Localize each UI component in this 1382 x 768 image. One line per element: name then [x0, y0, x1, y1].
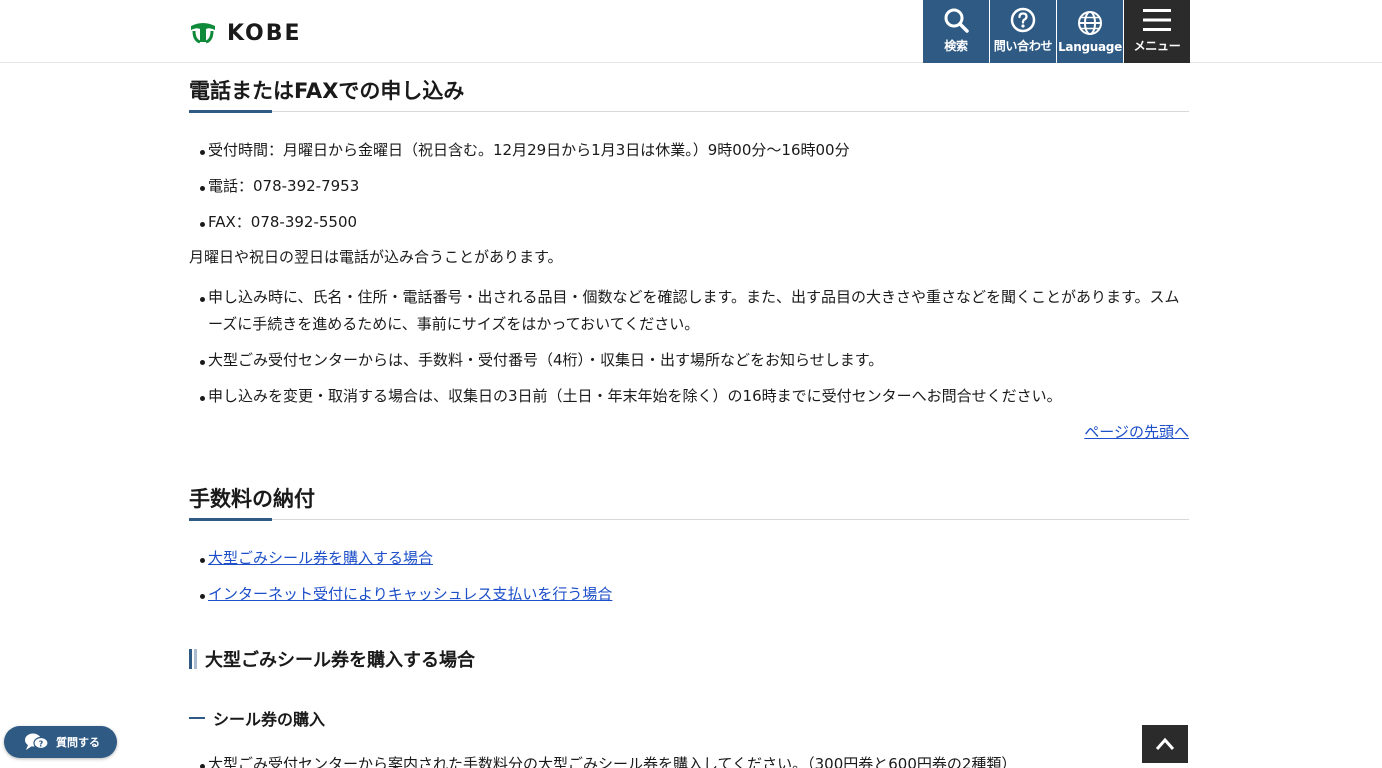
search-button[interactable]: 検索 [923, 0, 989, 63]
page-top-link[interactable]: ページの先頭へ [1084, 421, 1189, 442]
list-item: 申し込み時に、氏名・住所・電話番号・出される品目・個数などを確認します。また、出… [200, 284, 1186, 338]
header-buttons: 検索 問い合わせ Language メニュー [923, 0, 1190, 63]
list-item: FAX：078-392-5500 [200, 209, 1186, 236]
list-item-text: 申し込み時に、氏名・住所・電話番号・出される品目・個数などを確認します。また、出… [208, 288, 1180, 333]
heading-underline [189, 110, 272, 113]
inquiry-button-label: 問い合わせ [993, 39, 1053, 53]
list-item: 大型ごみシール券を購入する場合 [200, 545, 1186, 572]
list-item-text: 電話：078-392-7953 [208, 177, 360, 195]
list-item: 大型ごみ受付センターからは、手数料・受付番号（4桁）・収集日・出す場所などをお知… [200, 347, 1186, 374]
inquiry-button[interactable]: 問い合わせ [990, 0, 1056, 63]
section-heading-phone-fax: 電話またはFAXでの申し込み [189, 75, 1189, 113]
language-button-label: Language [1058, 40, 1122, 54]
kobe-logo[interactable]: KOBE [189, 20, 302, 46]
note-text: 月曜日や祝日の翌日は電話が込み合うことがあります。 [189, 248, 563, 266]
sub-sub-heading-sticker-buy: シール券の購入 [189, 706, 325, 730]
search-button-label: 検索 [944, 39, 968, 53]
chevron-up-icon [1155, 737, 1175, 750]
list-item-text: 申し込みを変更・取消する場合は、収集日の3日前（土日・年末年始を除く）の16時ま… [208, 387, 1062, 405]
cashless-payment-link[interactable]: インターネット受付によりキャッシュレス支払いを行う場合 [208, 585, 612, 603]
back-to-top-button[interactable] [1142, 725, 1188, 763]
section-heading-text: 電話またはFAXでの申し込み [189, 79, 465, 103]
list-item: 大型ごみ受付センターから案内された手数料分の大型ごみシール券を購入してください。… [200, 751, 1186, 768]
menu-button-label: メニュー [1133, 39, 1181, 53]
list-item-text: 大型ごみ受付センターから案内された手数料分の大型ごみシール券を購入してください。… [208, 755, 1017, 768]
menu-button[interactable]: メニュー [1124, 0, 1190, 63]
list-item-text: FAX：078-392-5500 [208, 213, 358, 231]
list-item: 申し込みを変更・取消する場合は、収集日の3日前（土日・年末年始を除く）の16時ま… [200, 383, 1186, 410]
search-icon [944, 8, 969, 33]
list-item-text: 受付時間：月曜日から金曜日（祝日含む。12月29日から1月3日は休業。）9時00… [208, 141, 850, 159]
site-header: KOBE 検索 問い合わせ Language メニュー [0, 0, 1382, 63]
globe-icon [1078, 11, 1102, 35]
hamburger-icon [1143, 9, 1171, 31]
list-item: インターネット受付によりキャッシュレス支払いを行う場合 [200, 581, 1186, 608]
heading-underline [189, 518, 272, 521]
question-icon [1010, 7, 1036, 33]
svg-text:?: ? [39, 740, 44, 749]
sub-heading-sticker-purchase: 大型ごみシール券を購入する場合 [189, 646, 475, 672]
chat-button-label: 質問する [56, 736, 100, 749]
list-item-text: 大型ごみ受付センターからは、手数料・受付番号（4桁）・収集日・出す場所などをお知… [208, 351, 884, 369]
list-item: 電話：078-392-7953 [200, 173, 1186, 200]
sticker-purchase-link[interactable]: 大型ごみシール券を購入する場合 [208, 549, 433, 567]
chat-bubble-icon: ? [25, 733, 49, 750]
list-item: 受付時間：月曜日から金曜日（祝日含む。12月29日から1月3日は休業。）9時00… [200, 137, 1186, 164]
chat-question-button[interactable]: ? 質問する [4, 726, 117, 758]
logo-text: KOBE [227, 20, 302, 46]
kobe-emblem-icon [191, 23, 215, 44]
section-heading-text: 手数料の納付 [189, 487, 315, 511]
section-heading-fee-payment: 手数料の納付 [189, 483, 1189, 521]
language-button[interactable]: Language [1057, 0, 1123, 63]
